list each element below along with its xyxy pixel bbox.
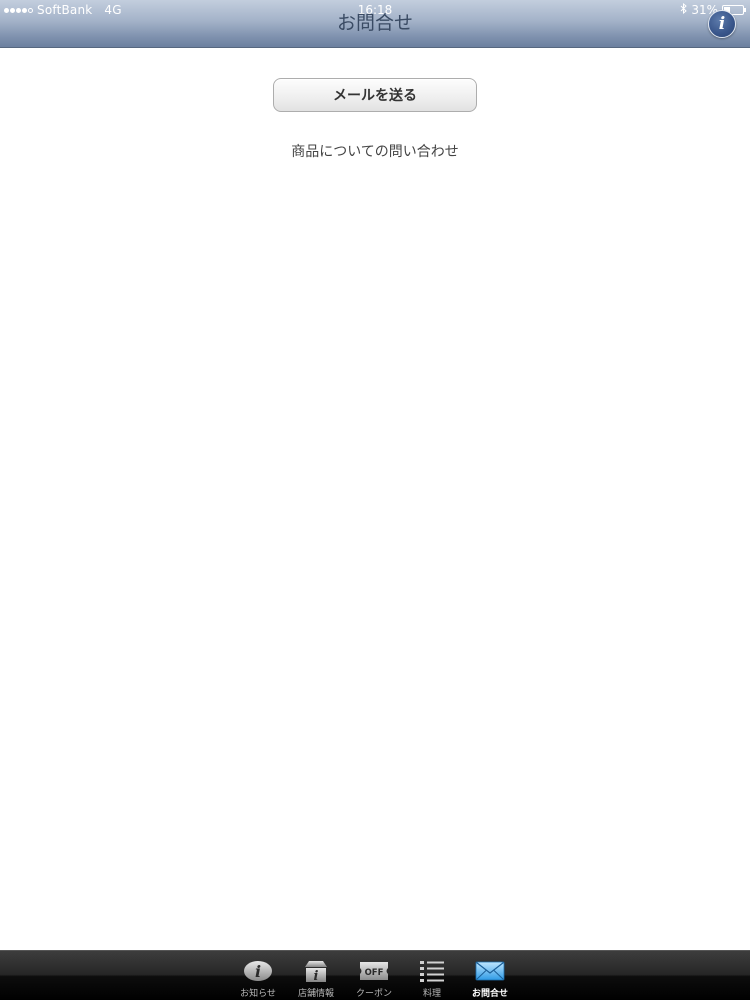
list-icon	[419, 959, 445, 983]
send-mail-button[interactable]: メールを送る	[273, 78, 477, 112]
tab-contact[interactable]: お問合せ	[461, 951, 519, 1000]
tab-coupon[interactable]: OFF クーポン	[345, 951, 403, 1000]
svg-text:i: i	[255, 962, 261, 981]
tab-label: お知らせ	[240, 989, 276, 999]
tab-store-info[interactable]: i 店舗情報	[287, 951, 345, 1000]
store-info-icon: i	[303, 959, 329, 983]
mail-icon	[475, 959, 505, 983]
page-title: お問合せ	[336, 12, 413, 34]
app-screen: SoftBank 4G 16:18 31% お問合せ i メールを送る 商品につ…	[0, 0, 750, 1000]
svg-text:OFF: OFF	[365, 968, 384, 978]
tab-news[interactable]: i お知らせ	[229, 951, 287, 1000]
inquiry-description: 商品についての問い合わせ	[291, 144, 459, 160]
tab-bar: i お知らせ i 店舗情報 OFF クーポン 料理 お問合せ	[0, 950, 750, 1000]
tab-label: 料理	[422, 989, 441, 999]
info-icon: i	[243, 959, 273, 983]
svg-text:i: i	[314, 969, 319, 983]
navigation-bar: SoftBank 4G 16:18 31% お問合せ i	[0, 0, 750, 48]
tab-label: クーポン	[355, 989, 392, 999]
info-button[interactable]: i	[708, 10, 736, 38]
tab-menu[interactable]: 料理	[403, 951, 461, 1000]
tab-label: 店舗情報	[297, 989, 334, 999]
send-mail-button-label: メールを送る	[333, 88, 417, 104]
tab-label: お問合せ	[471, 989, 508, 999]
coupon-off-icon: OFF	[359, 959, 389, 983]
info-icon: i	[718, 14, 726, 34]
